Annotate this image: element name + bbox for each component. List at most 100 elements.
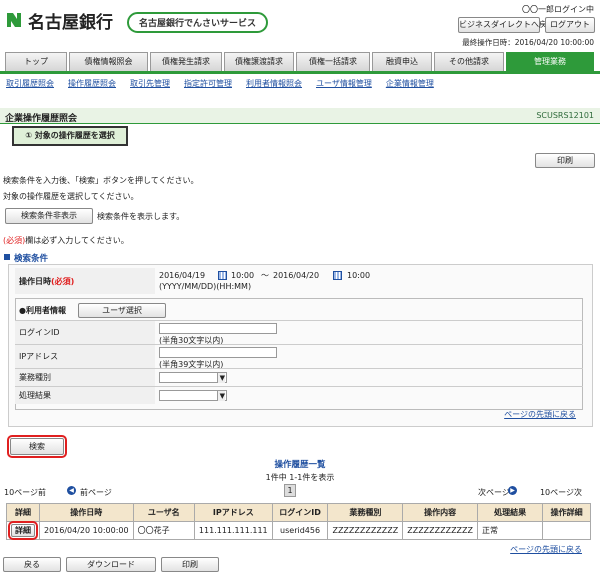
user-info-label: ●利用者情報: [19, 306, 66, 315]
page-number[interactable]: 1: [284, 484, 296, 497]
results-page-top-link[interactable]: ページの先頭に戻る: [510, 544, 582, 555]
prev-10-pages[interactable]: 10ページ前: [4, 487, 46, 498]
cell-content: ZZZZZZZZZZZZ: [402, 521, 478, 540]
user-select-button[interactable]: ユーザ選択: [78, 303, 166, 318]
from-date[interactable]: 2016/04/19: [159, 271, 205, 280]
column-header: ログインID: [271, 503, 329, 522]
from-time[interactable]: 10:00: [231, 271, 254, 280]
print-top-button[interactable]: 印刷: [535, 153, 595, 168]
required-note: 欄は必ず入力してください。: [25, 236, 129, 245]
column-header: ユーザ名: [132, 503, 195, 522]
search-button[interactable]: 検索: [7, 435, 67, 458]
sub-navigation: 取引履歴照会 操作履歴照会 取引先管理 指定許可管理 利用者情報照会 ユーザ情報管理 企業情…: [6, 78, 448, 89]
business-type-label: 業務種別: [15, 369, 155, 386]
subnav-link[interactable]: 企業情報管理: [386, 79, 434, 88]
cell-detail: 詳細: [6, 521, 40, 540]
next-page[interactable]: 次ページ: [478, 487, 510, 498]
subnav-link[interactable]: 取引先管理: [130, 79, 170, 88]
tab-bond-transfer[interactable]: 債権譲渡請求: [224, 52, 294, 71]
table-row: 詳細 2016/04/20 10:00:00 〇〇花子 111.111.111.111…: [6, 521, 591, 540]
ip-row: IPアドレス (半角39文字以内): [15, 344, 583, 369]
detail-button[interactable]: 詳細: [8, 521, 38, 540]
next-10-pages[interactable]: 10ページ次: [540, 487, 582, 498]
datetime-required: (必須): [51, 276, 75, 286]
column-header: 詳細: [6, 503, 40, 522]
print-bottom-button[interactable]: 印刷: [161, 557, 219, 572]
toggle-search-button[interactable]: 検索条件非表示: [5, 208, 93, 224]
required-marker: (必須): [3, 236, 26, 245]
table-header-row: 詳細 操作日時 ユーザ名 IPアドレス ログインID 業務種別 操作内容 処理結果 操作詳細: [6, 503, 591, 522]
business-type-select[interactable]: [159, 372, 227, 383]
cell-ip: 111.111.111.111: [193, 521, 273, 540]
results-count: 1件中 1-1件を表示: [265, 473, 335, 482]
section-marker-icon: [4, 254, 10, 260]
tab-other-requests[interactable]: その他請求: [434, 52, 504, 71]
search-section-title: 検索条件: [14, 254, 49, 264]
login-id-label: ログインID: [15, 321, 155, 344]
page-title-bar: [0, 108, 600, 124]
column-header: 操作詳細: [542, 503, 591, 522]
required-note-line: (必須)欄は必ず入力してください。: [3, 235, 129, 246]
tab-bond-inquiry[interactable]: 債権情報照会: [69, 52, 148, 71]
cell-type: ZZZZZZZZZZZZ: [327, 521, 404, 540]
instruction-2: 対象の操作履歴を選択してください。: [3, 192, 139, 201]
subnav-link[interactable]: 取引履歴照会: [6, 79, 54, 88]
result-label: 処理結果: [15, 387, 155, 404]
result-row: 処理結果: [15, 386, 583, 404]
results-title: 操作履歴一覧: [274, 460, 326, 470]
result-select[interactable]: [159, 390, 227, 401]
download-button[interactable]: ダウンロード: [66, 557, 156, 572]
step-indicator: ① 対象の操作履歴を選択: [12, 126, 128, 146]
from-calendar-icon[interactable]: [218, 271, 227, 280]
cell-result: 正常: [476, 521, 544, 540]
to-time[interactable]: 10:00: [347, 271, 370, 280]
page-title: 企業操作履歴照会: [5, 114, 78, 124]
history-table: 詳細 操作日時 ユーザ名 IPアドレス ログインID 業務種別 操作内容 処理結果 操作詳細 詳…: [6, 503, 591, 540]
tab-bond-bulk[interactable]: 債権一括請求: [296, 52, 370, 71]
last-operation-time: 最終操作日時：2016/04/20 10:00:00: [462, 38, 594, 47]
subnav-link[interactable]: 操作履歴照会: [68, 79, 116, 88]
direct-return-button[interactable]: ビジネスダイレクトへ戻る: [458, 17, 555, 33]
instruction-1: 検索条件を入力後、「検索」ボタンを押してください。: [3, 176, 199, 185]
subnav-link[interactable]: 利用者情報照会: [246, 79, 302, 88]
datetime-label: 操作日時: [19, 276, 51, 286]
column-header: 操作日時: [39, 503, 134, 522]
datetime-format-hint: (YYYY/MM/DD)(HH:MM): [159, 282, 252, 291]
user-status: 〇〇一郎ログイン中: [522, 5, 594, 14]
search-page-top-link[interactable]: ページの先頭に戻る: [504, 409, 576, 420]
toggle-note: 検索条件を表示します。: [97, 212, 185, 221]
tab-financing[interactable]: 融資申込: [372, 52, 432, 71]
prev-page[interactable]: 前ページ: [80, 487, 112, 498]
user-info-row: ●利用者情報 ユーザ選択: [15, 300, 583, 320]
next-page-icon[interactable]: ▶: [508, 486, 517, 495]
column-header: IPアドレス: [193, 503, 273, 522]
tab-bond-issue[interactable]: 債権発生請求: [150, 52, 222, 71]
tab-bar-line: [0, 71, 600, 74]
subnav-link[interactable]: ユーザ情報管理: [316, 79, 372, 88]
login-id-row: ログインID (半角30文字以内): [15, 320, 583, 345]
business-type-row: 業務種別: [15, 368, 583, 386]
column-header: 操作内容: [402, 503, 478, 522]
ip-label: IPアドレス: [15, 345, 155, 368]
tab-top[interactable]: トップ: [5, 52, 67, 71]
cell-datetime: 2016/04/20 10:00:00: [39, 521, 134, 540]
subnav-link[interactable]: 指定許可管理: [184, 79, 232, 88]
to-date[interactable]: 2016/04/20: [273, 271, 319, 280]
bank-logo: [5, 11, 23, 29]
tilde: 〜: [261, 271, 269, 280]
service-name: 名古屋銀行でんさいサービス: [127, 12, 269, 33]
column-header: 業務種別: [327, 503, 404, 522]
cell-login: userid456: [271, 521, 329, 540]
datetime-row: 操作日時 (必須) 2016/04/19 10:00 〜 2016/04/20 1…: [15, 268, 583, 294]
tab-management[interactable]: 管理業務: [506, 52, 594, 71]
prev-page-icon[interactable]: ◀: [67, 486, 76, 495]
cell-extra: [542, 521, 591, 540]
cell-user: 〇〇花子: [132, 521, 195, 540]
to-calendar-icon[interactable]: [333, 271, 342, 280]
ip-input[interactable]: [159, 347, 277, 358]
bank-name: 名古屋銀行: [28, 13, 113, 33]
logout-button[interactable]: ログアウト: [545, 17, 595, 33]
screen-id: SCUSRS12101: [536, 111, 594, 120]
login-id-input[interactable]: [159, 323, 277, 334]
back-button[interactable]: 戻る: [3, 557, 61, 572]
